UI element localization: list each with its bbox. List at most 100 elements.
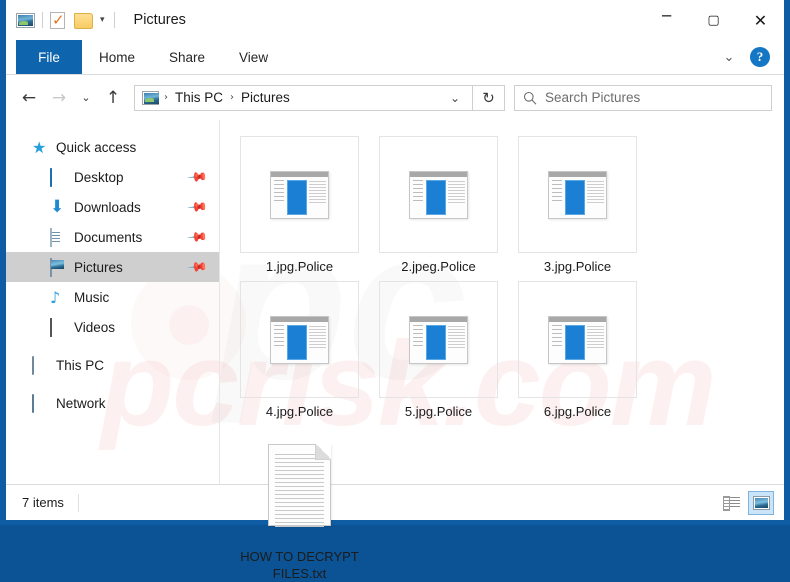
navigation-pane: ★ Quick access Desktop 📌 ⬇ Downloads 📌 D…: [6, 120, 220, 484]
unknown-file-icon: [270, 315, 329, 364]
breadcrumb-picture-icon: [142, 90, 159, 105]
unknown-file-icon: [548, 315, 607, 364]
sidebar-item-network[interactable]: Network: [6, 388, 219, 418]
window-title: Pictures: [133, 12, 186, 28]
sidebar-item-label: Music: [74, 289, 110, 305]
maximize-button[interactable]: ▢: [690, 0, 737, 40]
breadcrumb-pictures[interactable]: Pictures: [239, 90, 292, 105]
file-thumbnail: [240, 136, 359, 253]
pin-icon[interactable]: 📌: [186, 196, 208, 218]
title-bar: ▾ Pictures ─ ▢ ✕: [6, 0, 784, 40]
chevron-down-icon[interactable]: ▾: [100, 15, 105, 25]
details-view-button[interactable]: [718, 491, 744, 515]
sidebar-item-label: Videos: [74, 319, 116, 335]
sidebar-item-label: This PC: [56, 357, 105, 373]
file-item[interactable]: HOW TO DECRYPT FILES.txt: [230, 426, 369, 582]
pin-icon[interactable]: 📌: [186, 256, 208, 278]
unknown-file-icon: [548, 170, 607, 219]
status-divider: [77, 493, 79, 512]
sidebar-item-desktop[interactable]: Desktop 📌: [6, 162, 219, 192]
toolbar-divider-2: [113, 12, 115, 28]
sidebar-item-downloads[interactable]: ⬇ Downloads 📌: [6, 192, 219, 222]
file-item[interactable]: 3.jpg.Police: [508, 136, 647, 275]
explorer-body: pc pcrisk.com ★ Quick access Desktop 📌 ⬇…: [6, 120, 784, 581]
file-explorer-window: ▾ Pictures ─ ▢ ✕ File Home Share View ⌄ …: [0, 0, 790, 581]
expand-ribbon-chevron-down-icon[interactable]: ⌄: [718, 50, 740, 65]
sidebar-item-label: Documents: [74, 229, 143, 245]
pin-icon[interactable]: 📌: [186, 166, 208, 188]
address-bar: ← → ⌄ ↑ › This PC › Pictures ⌄ ↻ Search …: [6, 75, 784, 120]
item-count: 7 items: [22, 495, 64, 510]
picture-icon: [50, 257, 67, 277]
minimize-button[interactable]: ─: [643, 0, 690, 40]
sidebar-item-label: Desktop: [74, 169, 124, 185]
unknown-file-icon: [270, 170, 329, 219]
close-button[interactable]: ✕: [737, 0, 784, 40]
file-name: 2.jpeg.Police: [401, 259, 476, 274]
text-file-icon: [268, 443, 331, 527]
file-name: 5.jpg.Police: [404, 404, 473, 419]
unknown-file-icon: [409, 315, 468, 364]
tab-home[interactable]: Home: [82, 40, 152, 74]
file-thumbnail: [240, 426, 359, 543]
download-icon: ⬇: [50, 196, 65, 217]
help-icon[interactable]: ?: [750, 47, 770, 67]
document-icon: [50, 227, 67, 247]
file-name: 6.jpg.Police: [543, 404, 612, 419]
file-thumbnail: [240, 281, 359, 398]
file-thumbnail: [379, 136, 498, 253]
ribbon-tab-bar: File Home Share View ⌄ ?: [6, 40, 784, 75]
toolbar-divider: [42, 12, 43, 28]
tab-view[interactable]: View: [222, 40, 285, 74]
breadcrumb-this-pc[interactable]: This PC: [173, 90, 225, 105]
network-icon: [32, 393, 49, 413]
desktop-icon: [50, 167, 67, 187]
sidebar-item-label: Pictures: [74, 259, 123, 275]
file-item[interactable]: 1.jpg.Police: [230, 136, 369, 275]
back-button[interactable]: ←: [14, 83, 44, 113]
file-thumbnail: [518, 136, 637, 253]
pin-icon[interactable]: 📌: [186, 226, 208, 248]
recent-locations-chevron-down-icon[interactable]: ⌄: [74, 83, 98, 113]
view-toggle-group: [718, 490, 774, 515]
status-bar: 7 items: [6, 484, 784, 520]
file-item[interactable]: 5.jpg.Police: [369, 281, 508, 420]
music-note-icon: ♪: [50, 287, 61, 307]
file-list-view[interactable]: 1.jpg.Police 2.jpeg.Police 3.jpg.Police …: [220, 120, 784, 581]
large-icons-view-icon: [752, 495, 770, 510]
large-icons-view-button[interactable]: [748, 490, 774, 515]
breadcrumb-separator-1: ›: [164, 92, 168, 103]
file-name: HOW TO DECRYPT FILES.txt: [240, 549, 359, 581]
forward-button[interactable]: →: [44, 83, 74, 113]
tab-file[interactable]: File: [16, 40, 82, 74]
path-dropdown-chevron-down-icon[interactable]: ⌄: [442, 91, 468, 105]
file-item[interactable]: 4.jpg.Police: [230, 281, 369, 420]
search-input[interactable]: Search Pictures: [514, 84, 772, 111]
file-item[interactable]: 6.jpg.Police: [508, 281, 647, 420]
file-name: 3.jpg.Police: [543, 259, 612, 274]
computer-icon: [32, 355, 49, 375]
file-item[interactable]: 2.jpeg.Police: [369, 136, 508, 275]
tab-share[interactable]: Share: [152, 40, 222, 74]
sidebar-item-label: Downloads: [74, 199, 141, 215]
sidebar-item-documents[interactable]: Documents 📌: [6, 222, 219, 252]
sidebar-item-pictures[interactable]: Pictures 📌: [6, 252, 219, 282]
sidebar-item-label: Network: [56, 395, 106, 411]
file-thumbnail: [518, 281, 637, 398]
ribbon-actions: ⌄ ?: [718, 40, 784, 74]
sidebar-item-videos[interactable]: Videos: [6, 312, 219, 342]
sidebar-item-this-pc[interactable]: This PC: [6, 350, 219, 380]
picture-icon: [16, 12, 35, 28]
folder-icon[interactable]: [74, 13, 93, 29]
sidebar-item-quick-access[interactable]: ★ Quick access: [6, 132, 219, 162]
refresh-button[interactable]: ↻: [473, 84, 505, 111]
up-button[interactable]: ↑: [98, 83, 128, 113]
properties-checkmark-icon[interactable]: [50, 11, 65, 30]
search-placeholder: Search Pictures: [545, 90, 641, 105]
star-icon: ★: [32, 137, 47, 157]
sidebar-item-music[interactable]: ♪ Music: [6, 282, 219, 312]
quick-access-toolbar: ▾: [6, 11, 122, 30]
video-icon: [50, 317, 67, 337]
breadcrumb[interactable]: › This PC › Pictures ⌄: [134, 84, 473, 111]
file-name: 4.jpg.Police: [265, 404, 334, 419]
